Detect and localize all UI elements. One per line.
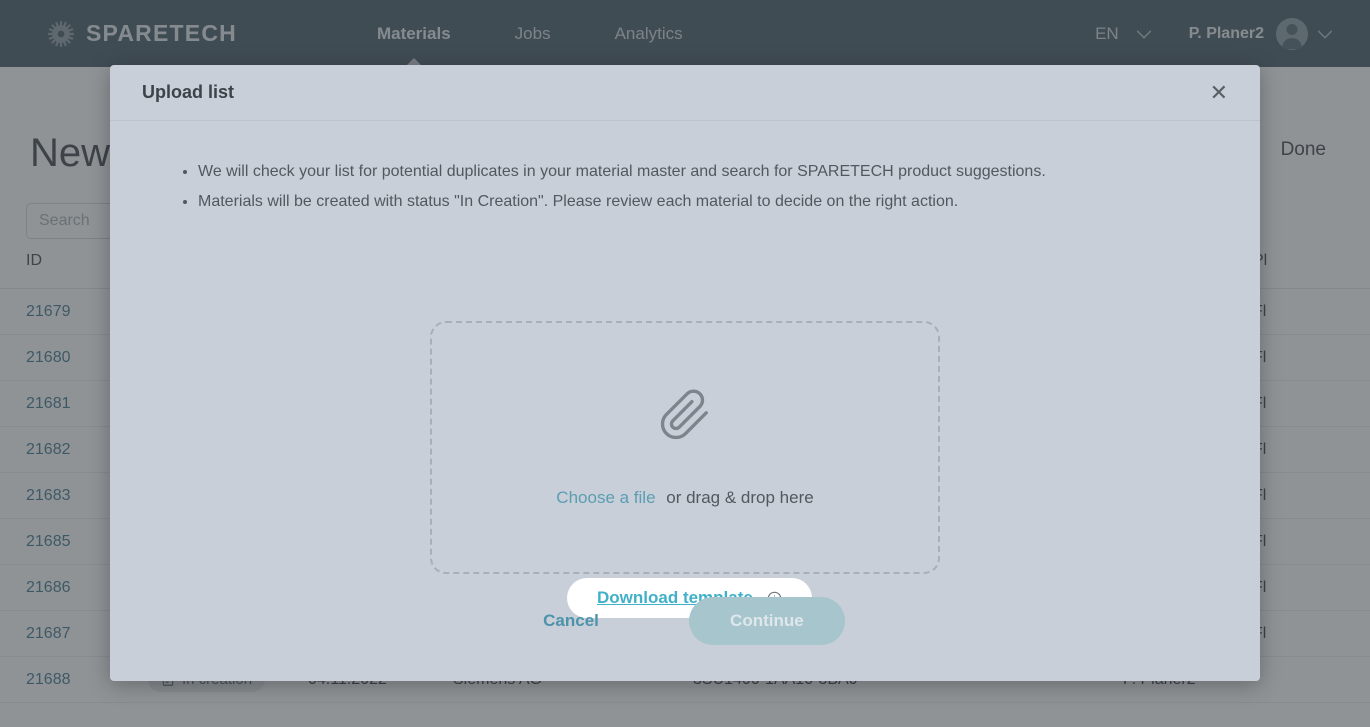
upload-list-modal: Upload list ✕ We will check your list fo… [110, 65, 1260, 681]
dropzone-text: Choose a file or drag & drop here [556, 488, 813, 508]
dropzone-hint: or drag & drop here [666, 487, 814, 507]
modal-footer: Cancel Continue [110, 561, 1260, 681]
continue-button[interactable]: Continue [688, 597, 845, 645]
instructions-list: We will check your list for potential du… [172, 159, 1260, 214]
list-item: We will check your list for potential du… [198, 159, 1260, 184]
cancel-button[interactable]: Cancel [525, 601, 617, 641]
choose-file-link[interactable]: Choose a file [556, 488, 655, 507]
modal-body: We will check your list for potential du… [110, 121, 1260, 681]
modal-title: Upload list [142, 82, 235, 102]
app-root: SPARETECH Materials Jobs Analytics EN P.… [0, 0, 1370, 727]
file-dropzone[interactable]: Choose a file or drag & drop here [430, 321, 940, 574]
paperclip-icon [660, 388, 708, 439]
close-icon[interactable]: ✕ [1204, 78, 1234, 108]
modal-header: Upload list ✕ [110, 65, 1260, 121]
list-item: Materials will be created with status "I… [198, 189, 1260, 214]
